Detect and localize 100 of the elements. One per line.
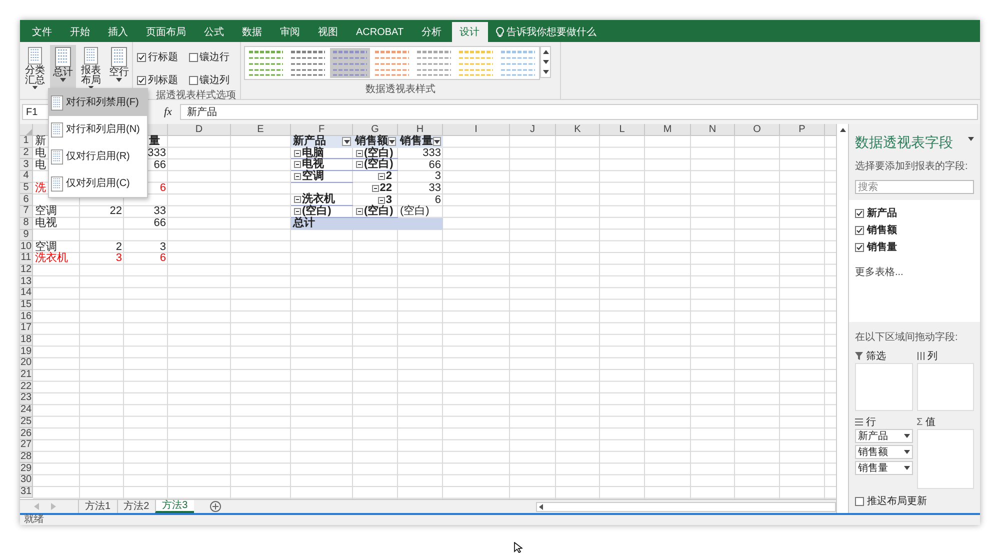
row-header[interactable]: 4 [20, 171, 33, 183]
ribbon-tab[interactable]: 分析 [414, 22, 450, 42]
row-header[interactable]: 27 [20, 440, 33, 452]
tell-me-field[interactable]: 告诉我你想要做什么 [506, 24, 597, 40]
menu-item[interactable]: 仅对行启用(R) [49, 143, 147, 170]
row-header[interactable]: 18 [20, 334, 33, 346]
column-header[interactable]: P [798, 124, 806, 134]
row-header[interactable]: 1 [20, 136, 33, 148]
column-header[interactable]: H [416, 124, 424, 134]
column-header[interactable]: F [318, 124, 325, 134]
ribbon-tab[interactable]: 页面布局 [138, 22, 194, 42]
column-header[interactable]: M [663, 124, 672, 134]
pivot-header-cell[interactable]: 销售量 [398, 136, 443, 148]
grand-total-cell[interactable] [398, 218, 443, 230]
row-header[interactable]: 30 [20, 474, 33, 487]
column-header[interactable]: G [371, 124, 379, 134]
collapse-icon[interactable] [378, 173, 385, 180]
collapse-icon[interactable] [294, 196, 301, 204]
row-header[interactable]: 16 [20, 311, 33, 323]
ribbon-tab[interactable]: 视图 [310, 22, 346, 42]
ribbon-tab[interactable]: 数据 [234, 22, 270, 42]
row-header[interactable]: 25 [20, 416, 33, 428]
row-header[interactable]: 7 [20, 206, 33, 218]
layout-button[interactable]: 报表布局 [78, 45, 104, 89]
checkbox[interactable] [137, 76, 146, 85]
insert-function-button[interactable]: fx [160, 104, 176, 120]
ribbon-tab[interactable]: 公式 [196, 22, 232, 42]
column-header[interactable]: I [474, 124, 478, 134]
pivot-row-cell[interactable]: 22 [353, 182, 398, 194]
row-header[interactable]: 20 [20, 358, 33, 370]
horizontal-scrollbar[interactable] [536, 502, 836, 512]
collapse-icon[interactable] [372, 185, 379, 192]
ribbon-tab[interactable]: 审阅 [272, 22, 308, 42]
pivot-style-thumbnail[interactable] [372, 48, 412, 78]
checkbox[interactable] [855, 226, 864, 235]
checkbox[interactable] [137, 53, 146, 62]
pivot-style-thumbnail[interactable] [414, 48, 454, 78]
checkbox[interactable] [188, 76, 198, 85]
scroll-left-icon[interactable] [539, 504, 543, 510]
collapse-icon[interactable] [378, 196, 385, 204]
column-header[interactable]: O [753, 124, 761, 134]
collapse-icon[interactable] [294, 208, 301, 215]
more-tables-link[interactable]: 更多表格... [855, 265, 974, 280]
ribbon-tab[interactable]: 开始 [62, 22, 98, 42]
row-header[interactable]: 9 [20, 230, 33, 242]
row-header[interactable]: 15 [20, 300, 33, 312]
layout-button[interactable]: 总计 [50, 45, 76, 89]
row-header[interactable]: 19 [20, 346, 33, 358]
row-header[interactable]: 6 [20, 194, 33, 206]
pivot-style-thumbnail[interactable] [288, 48, 328, 78]
row-field-item[interactable]: 新产品 [855, 429, 912, 443]
ribbon-tab[interactable]: 文件 [24, 22, 60, 42]
pivot-header-cell[interactable]: 销售额 [353, 136, 398, 148]
column-header[interactable]: E [257, 124, 264, 134]
checkbox[interactable] [855, 243, 864, 252]
filter-dropdown-button[interactable] [342, 137, 351, 146]
ribbon-tab[interactable]: 设计 [452, 22, 488, 42]
checkbox[interactable] [855, 209, 864, 218]
pivot-style-thumbnail[interactable] [498, 48, 538, 78]
menu-item[interactable]: 仅对列启用(C) [49, 170, 147, 197]
row-header[interactable]: 22 [20, 381, 33, 394]
row-header[interactable]: 2 [20, 148, 33, 160]
row-header[interactable]: 5 [20, 182, 33, 194]
row-header[interactable]: 23 [20, 393, 33, 405]
collapse-icon[interactable] [356, 208, 363, 215]
pivot-style-thumbnail[interactable] [456, 48, 496, 78]
row-header[interactable]: 13 [20, 276, 33, 288]
row-header[interactable]: 8 [20, 218, 33, 230]
ribbon-tab[interactable]: 插入 [100, 22, 136, 42]
ribbon-tab[interactable]: ACROBAT [348, 22, 412, 42]
pivot-style-thumbnail[interactable] [246, 48, 286, 78]
filter-dropdown-button[interactable] [433, 137, 441, 146]
filter-dropdown-button[interactable] [388, 137, 396, 146]
pivot-header-cell[interactable]: 新产品 [291, 136, 353, 148]
row-header[interactable]: 29 [20, 463, 33, 475]
menu-item[interactable]: 对行和列禁用(F) [49, 89, 147, 116]
checkbox[interactable] [188, 53, 198, 62]
column-header[interactable]: D [195, 124, 203, 134]
formula-field[interactable]: 新产品 [180, 104, 978, 120]
column-header[interactable]: N [708, 124, 716, 134]
column-header[interactable]: K [574, 124, 581, 134]
add-sheet-icon[interactable] [210, 501, 221, 512]
column-header[interactable]: L [619, 124, 625, 134]
row-header[interactable]: 3 [20, 159, 33, 172]
pivot-row-cell[interactable]: (空白) [353, 148, 398, 160]
grand-total-cell[interactable]: 总计 [291, 218, 353, 230]
row-field-item[interactable]: 销售量 [855, 461, 912, 475]
collapse-icon[interactable] [294, 161, 301, 168]
collapse-icon[interactable] [294, 172, 301, 180]
row-header[interactable]: 10 [20, 241, 33, 253]
row-header[interactable]: 26 [20, 428, 33, 440]
search-field[interactable]: 搜索 [855, 180, 974, 194]
row-header[interactable]: 17 [20, 323, 33, 335]
collapse-icon[interactable] [356, 161, 363, 168]
pivot-style-thumbnail[interactable] [330, 48, 370, 78]
layout-button[interactable]: 分类汇总 [22, 45, 48, 89]
collapse-icon[interactable] [356, 150, 363, 157]
row-header[interactable]: 14 [20, 288, 33, 300]
row-header[interactable]: 31 [20, 486, 33, 498]
row-header[interactable]: 11 [20, 252, 33, 265]
